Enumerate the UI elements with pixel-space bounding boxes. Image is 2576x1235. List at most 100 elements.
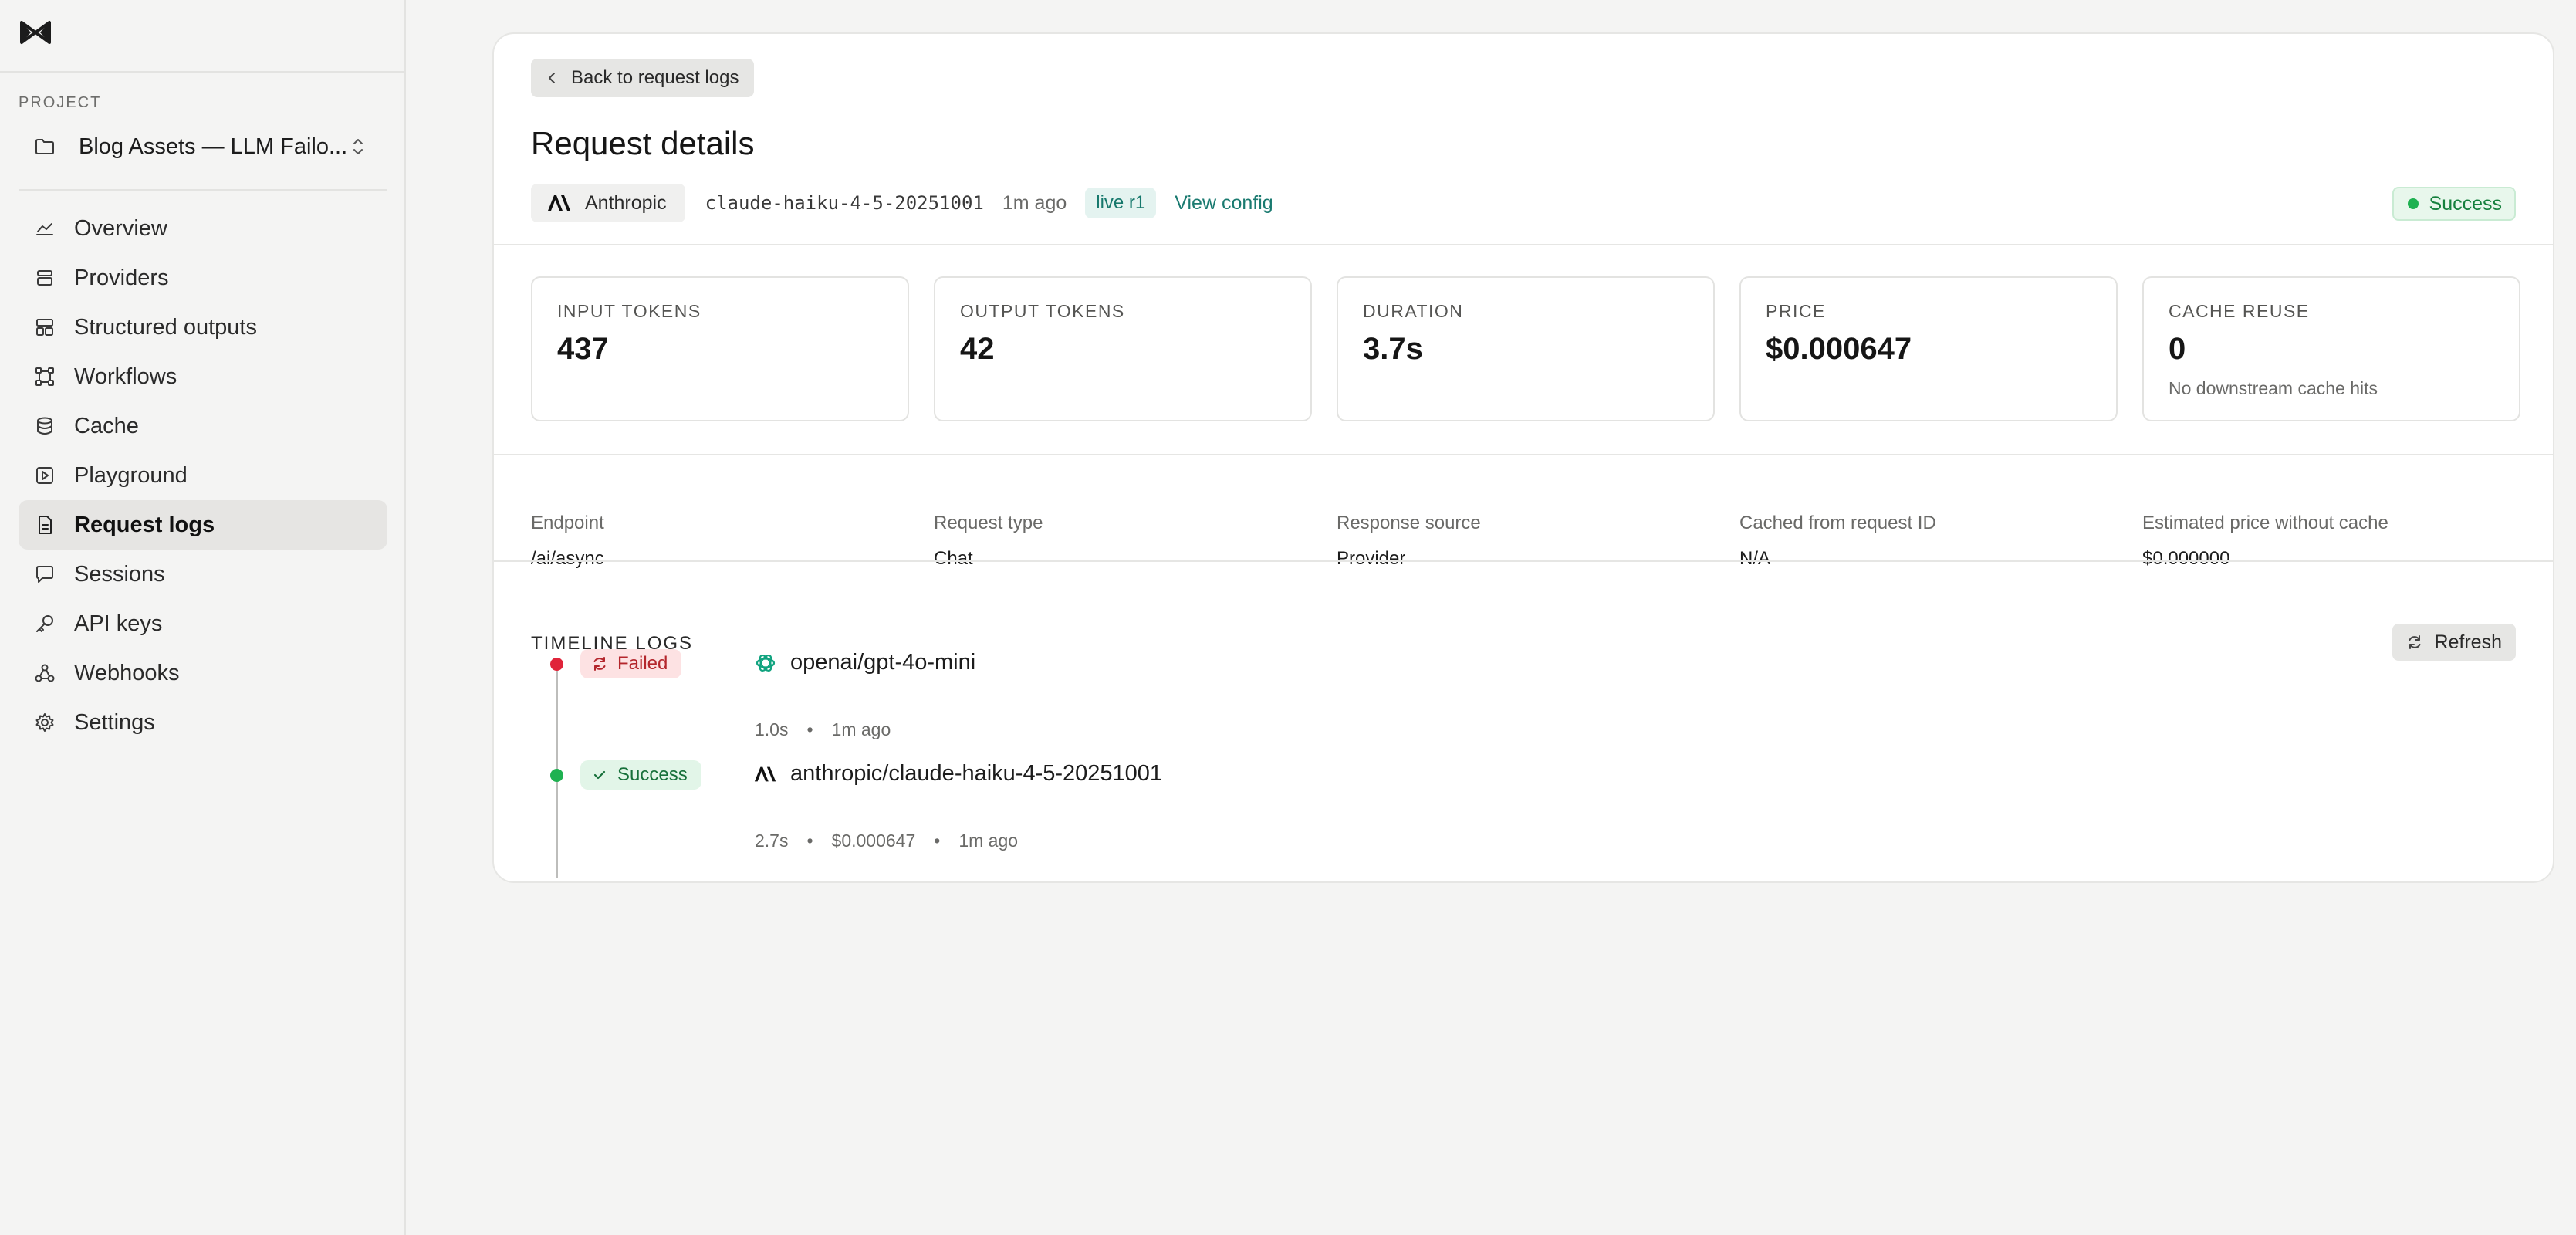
sidebar-item-webhooks[interactable]: Webhooks (19, 648, 387, 698)
chat-icon (36, 566, 53, 583)
timeline-duration: 1.0s (755, 719, 789, 739)
property-label: Response source (1337, 513, 1481, 533)
play-icon (36, 467, 53, 484)
timeline-model-name: anthropic/claude-haiku-4-5-20251001 (790, 761, 1163, 786)
separator-dot: • (806, 831, 813, 851)
property-value: Provider (1337, 548, 1406, 569)
sidebar-item-workflows[interactable]: Workflows (19, 352, 387, 401)
property-label: Request type (934, 513, 1043, 533)
status-dot-icon (2407, 198, 2419, 209)
divider (494, 454, 2553, 455)
stat-value: 0 (2169, 332, 2186, 366)
gear-icon (35, 713, 54, 732)
stats-row: INPUT TOKENS 437 OUTPUT TOKENS 42 DURATI… (531, 276, 2520, 421)
stat-label: INPUT TOKENS (557, 301, 701, 321)
refresh-icon (2409, 635, 2421, 649)
property-label: Endpoint (531, 513, 604, 533)
logo-icon[interactable] (20, 20, 51, 45)
stat-card-output-tokens: OUTPUT TOKENS 42 (934, 276, 1312, 421)
property-label: Estimated price without cache (2142, 513, 2388, 533)
timeline-ago: 1m ago (831, 719, 891, 739)
workflow-icon (35, 367, 54, 386)
sidebar-item-providers[interactable]: Providers (19, 253, 387, 303)
back-button-label: Back to request logs (571, 67, 739, 88)
timeline-meta: 2.7s • $0.000647 • 1m ago (755, 831, 1018, 851)
logo-row (0, 0, 404, 73)
timeline-model-name: openai/gpt-4o-mini (790, 650, 976, 675)
timeline-ago: 1m ago (958, 831, 1019, 851)
sidebar-item-request-logs[interactable]: Request logs (19, 500, 387, 550)
project-name: Blog Assets — LLM Failo... (79, 134, 348, 159)
back-to-request-logs-button[interactable]: Back to request logs (531, 59, 755, 97)
sidebar-divider (19, 189, 387, 191)
timeline-status-success: Success (580, 760, 701, 790)
stat-card-cache-reuse: CACHE REUSE 0 No downstream cache hits (2142, 276, 2520, 421)
timeline-model: openai/gpt-4o-mini (753, 650, 975, 675)
sidebar-item-label: Overview (74, 215, 167, 241)
timeline-dot-success (550, 769, 563, 782)
sidebar-item-label: Providers (74, 265, 169, 290)
divider (494, 244, 2553, 245)
property-value: Chat (934, 548, 973, 569)
sidebar-item-label: Workflows (74, 364, 177, 389)
sidebar-nav: Overview Providers Structured outputs Wo… (19, 204, 387, 747)
view-config-link[interactable]: View config (1175, 192, 1273, 215)
project-switcher[interactable]: Blog Assets — LLM Failo... (19, 124, 386, 170)
stat-label: OUTPUT TOKENS (960, 301, 1125, 321)
sidebar-item-api-keys[interactable]: API keys (19, 599, 387, 648)
divider (494, 560, 2553, 562)
timeline-price: $0.000647 (831, 831, 916, 851)
live-tag: live r1 (1085, 188, 1157, 218)
model-id: claude-haiku-4-5-20251001 (705, 192, 984, 214)
provider-name: Anthropic (585, 191, 667, 214)
chart-line-icon (36, 223, 53, 235)
refresh-button[interactable]: Refresh (2392, 624, 2516, 661)
timeline-status-failed: Failed (580, 649, 682, 678)
sidebar-item-sessions[interactable]: Sessions (19, 550, 387, 599)
timeline-status-label: Success (617, 764, 688, 785)
timeline-model: anthropic/claude-haiku-4-5-20251001 (753, 761, 1162, 787)
stat-value: 437 (557, 332, 609, 366)
key-icon (36, 615, 53, 632)
chevron-up-down-icon (353, 139, 363, 154)
database-icon (37, 417, 52, 435)
sidebar: PROJECT Blog Assets — LLM Failo... Overv… (0, 0, 406, 1235)
sidebar-item-cache[interactable]: Cache (19, 401, 387, 451)
chevron-left-icon (549, 73, 555, 83)
anthropic-logo-icon (548, 195, 570, 211)
sidebar-item-label: Settings (74, 709, 155, 735)
sidebar-item-label: Webhooks (74, 660, 180, 685)
page-title: Request details (531, 125, 755, 161)
folder-icon (35, 139, 54, 154)
separator-dot: • (806, 719, 813, 739)
request-details-card: Back to request logs Request details Ant… (492, 32, 2554, 883)
stat-label: CACHE REUSE (2169, 301, 2310, 321)
timeline-meta: 1.0s • 1m ago (755, 719, 891, 740)
timeline-dot-failed (550, 658, 563, 671)
sidebar-item-settings[interactable]: Settings (19, 698, 387, 747)
stat-card-duration: DURATION 3.7s (1337, 276, 1715, 421)
property-value: N/A (1739, 548, 1771, 569)
request-time: 1m ago (1002, 191, 1067, 214)
anthropic-logo-icon (754, 766, 776, 781)
status-label: Success (2429, 192, 2502, 215)
stat-value: 3.7s (1363, 332, 1423, 366)
stat-label: DURATION (1363, 301, 1464, 321)
sidebar-item-structured-outputs[interactable]: Structured outputs (19, 303, 387, 352)
stat-subtext: No downstream cache hits (2169, 378, 2378, 398)
sidebar-item-playground[interactable]: Playground (19, 451, 387, 500)
sidebar-item-label: Cache (74, 413, 139, 438)
property-value: /ai/async (531, 548, 604, 569)
retry-icon (593, 657, 606, 671)
request-meta-row: Anthropic claude-haiku-4-5-20251001 1m a… (531, 184, 1273, 222)
sidebar-item-overview[interactable]: Overview (19, 204, 387, 253)
provider-chip: Anthropic (531, 184, 685, 222)
stat-card-price: PRICE $0.000647 (1739, 276, 2118, 421)
stat-label: PRICE (1766, 301, 1826, 321)
timeline-status-label: Failed (617, 653, 668, 674)
sidebar-item-label: Request logs (74, 512, 215, 537)
refresh-label: Refresh (2434, 631, 2502, 653)
timeline-duration: 2.7s (755, 831, 789, 851)
stat-value: 42 (960, 332, 995, 366)
webhook-icon (35, 664, 55, 682)
